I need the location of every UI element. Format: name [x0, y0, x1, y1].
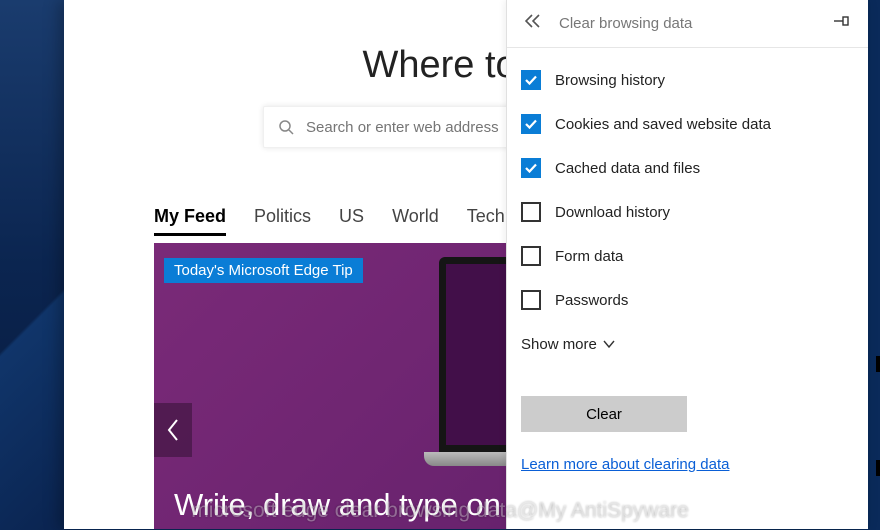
checkbox-icon: [521, 114, 541, 134]
option-download-history[interactable]: Download history: [521, 190, 854, 234]
learn-more-link[interactable]: Learn more about clearing data: [521, 456, 729, 473]
panel-back-button[interactable]: [521, 10, 545, 37]
panel-pin-button[interactable]: [830, 10, 854, 37]
tab-my-feed[interactable]: My Feed: [154, 206, 226, 236]
option-cookies[interactable]: Cookies and saved website data: [521, 102, 854, 146]
panel-title: Clear browsing data: [559, 15, 830, 32]
tab-politics[interactable]: Politics: [254, 206, 311, 236]
clear-button[interactable]: Clear: [521, 396, 687, 432]
checkbox-icon: [521, 290, 541, 310]
panel-body: Browsing history Cookies and saved websi…: [507, 48, 868, 474]
tab-us[interactable]: US: [339, 206, 364, 236]
option-label: Download history: [555, 204, 670, 221]
hero-badge: Today's Microsoft Edge Tip: [164, 258, 363, 283]
tab-world[interactable]: World: [392, 206, 439, 236]
pin-icon: [834, 14, 850, 28]
checkbox-icon: [521, 202, 541, 222]
chevron-left-icon: [166, 418, 180, 442]
checkbox-icon: [521, 246, 541, 266]
option-label: Passwords: [555, 292, 628, 309]
checkbox-icon: [521, 70, 541, 90]
feed-tabs: My Feed Politics US World Techn: [154, 206, 515, 236]
option-label: Cached data and files: [555, 160, 700, 177]
panel-header: Clear browsing data: [507, 0, 868, 48]
clear-browsing-data-panel: Clear browsing data Browsing history Coo…: [506, 0, 868, 529]
option-cached-data[interactable]: Cached data and files: [521, 146, 854, 190]
hero-prev-button[interactable]: [154, 403, 192, 457]
show-more-label: Show more: [521, 336, 597, 353]
show-more-button[interactable]: Show more: [521, 322, 854, 366]
option-label: Cookies and saved website data: [555, 116, 771, 133]
chevron-double-left-icon: [525, 14, 541, 28]
desktop-background-accent: [0, 150, 70, 530]
checkbox-icon: [521, 158, 541, 178]
option-label: Browsing history: [555, 72, 665, 89]
option-browsing-history[interactable]: Browsing history: [521, 58, 854, 102]
chevron-down-icon: [603, 339, 615, 349]
browser-window: Where to ne My Feed Politics US World Te…: [64, 0, 868, 529]
option-form-data[interactable]: Form data: [521, 234, 854, 278]
option-passwords[interactable]: Passwords: [521, 278, 854, 322]
edge-crop-marks: [876, 356, 880, 476]
search-icon: [278, 119, 294, 135]
option-label: Form data: [555, 248, 623, 265]
hero-title: Write, draw and type on the: [174, 487, 553, 523]
